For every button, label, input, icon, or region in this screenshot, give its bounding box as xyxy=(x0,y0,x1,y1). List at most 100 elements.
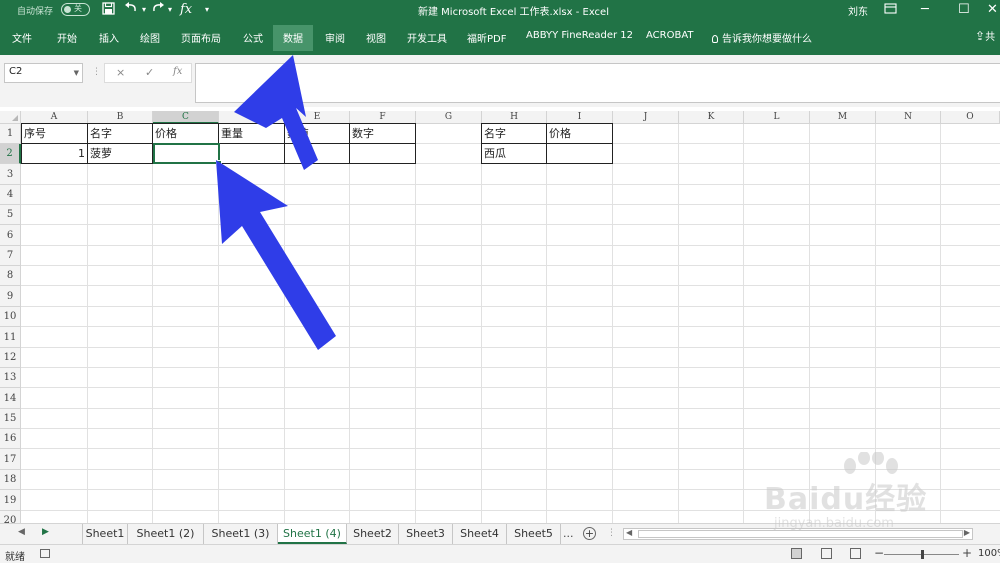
split-handle-icon[interactable]: ⋮ xyxy=(607,528,616,538)
tab-home[interactable]: 开始 xyxy=(57,30,77,45)
cell-a2[interactable]: 1 xyxy=(21,144,88,164)
zoom-in-icon[interactable]: + xyxy=(962,546,972,560)
column-header-o[interactable]: O xyxy=(941,111,1000,124)
row-header-2[interactable]: 2 xyxy=(0,144,21,164)
row-header-7[interactable]: 7 xyxy=(0,246,21,266)
tab-abbyy[interactable]: ABBYY FineReader 12 xyxy=(526,30,633,41)
column-header-m[interactable]: M xyxy=(810,111,876,124)
row-header-6[interactable]: 6 xyxy=(0,225,21,246)
cell-c1[interactable]: 价格 xyxy=(153,123,219,144)
scroll-left-arrow-icon[interactable]: ◀ xyxy=(626,528,632,537)
active-cell-highlight[interactable] xyxy=(153,143,222,166)
row-header-20[interactable]: 20 xyxy=(0,511,21,523)
column-header-k[interactable]: K xyxy=(679,111,744,124)
row-header-13[interactable]: 13 xyxy=(0,368,21,388)
row-header-9[interactable]: 9 xyxy=(0,286,21,307)
tab-developer[interactable]: 开发工具 xyxy=(407,30,447,45)
more-sheets-button[interactable]: ... xyxy=(563,527,574,540)
customize-icon[interactable]: ▾ xyxy=(205,2,209,18)
sheet-tab-sheet2[interactable]: Sheet2 xyxy=(347,524,399,544)
enter-icon[interactable]: ✓ xyxy=(145,66,154,79)
tab-review[interactable]: 审阅 xyxy=(325,30,345,45)
cell-f1[interactable]: 数字 xyxy=(350,123,416,144)
column-header-n[interactable]: N xyxy=(876,111,941,124)
row-header-16[interactable]: 16 xyxy=(0,429,21,449)
sheet-tab-sheet1-3[interactable]: Sheet1 (3) xyxy=(204,524,278,544)
tab-insert[interactable]: 插入 xyxy=(99,30,119,45)
column-header-l[interactable]: L xyxy=(744,111,810,124)
tab-data[interactable]: 数据 xyxy=(273,25,313,51)
sheet-tab-sheet1-2[interactable]: Sheet1 (2) xyxy=(128,524,204,544)
undo-icon[interactable] xyxy=(124,2,138,20)
name-box[interactable]: C2 ▼ xyxy=(4,63,83,83)
cell-i2[interactable] xyxy=(547,144,613,164)
row-header-18[interactable]: 18 xyxy=(0,470,21,490)
close-icon[interactable]: ✕ xyxy=(987,2,998,18)
insert-function-icon[interactable]: fx xyxy=(173,66,182,77)
scroll-right-icon[interactable]: ▶ xyxy=(42,527,49,537)
tab-foxit-pdf[interactable]: 福昕PDF xyxy=(467,30,506,45)
zoom-level[interactable]: 100% xyxy=(978,548,1000,559)
cell-a1[interactable]: 序号 xyxy=(21,123,88,144)
autosave-toggle[interactable]: 关 xyxy=(61,3,90,16)
page-layout-view-icon[interactable] xyxy=(821,548,832,559)
zoom-slider-thumb[interactable] xyxy=(921,550,924,559)
cell-h1[interactable]: 名字 xyxy=(481,123,547,144)
zoom-slider[interactable] xyxy=(884,550,959,559)
row-header-12[interactable]: 12 xyxy=(0,348,21,368)
save-icon[interactable] xyxy=(102,2,115,20)
sheet-tab-sheet4[interactable]: Sheet4 xyxy=(453,524,507,544)
cell-d1[interactable]: 重量 xyxy=(219,123,285,144)
user-name[interactable]: 刘东 xyxy=(848,3,868,18)
cell-e1[interactable]: 数值 xyxy=(285,123,350,144)
normal-view-icon[interactable] xyxy=(791,548,802,559)
sheet-tab-sheet1-4[interactable]: Sheet1 (4) xyxy=(278,524,347,544)
add-sheet-button[interactable]: + xyxy=(583,527,596,540)
cell-f2[interactable] xyxy=(350,144,416,164)
row-header-5[interactable]: 5 xyxy=(0,205,21,225)
macro-record-icon[interactable] xyxy=(40,549,50,558)
column-header-j[interactable]: J xyxy=(613,111,679,124)
row-header-1[interactable]: 1 xyxy=(0,124,21,144)
minimize-icon[interactable]: ─ xyxy=(921,2,929,18)
tab-draw[interactable]: 绘图 xyxy=(140,30,160,45)
cell-b2[interactable]: 菠萝 xyxy=(88,144,153,164)
cell-h2[interactable]: 西瓜 xyxy=(481,144,547,164)
fill-handle[interactable] xyxy=(216,160,222,166)
cell-i1[interactable]: 价格 xyxy=(547,123,613,144)
ribbon-display-icon[interactable] xyxy=(884,2,897,20)
column-header-g[interactable]: G xyxy=(416,111,482,124)
row-header-3[interactable]: 3 xyxy=(0,164,21,185)
sheet-tab-sheet3[interactable]: Sheet3 xyxy=(399,524,453,544)
row-header-15[interactable]: 15 xyxy=(0,409,21,429)
row-header-19[interactable]: 19 xyxy=(0,490,21,511)
sheet-tab-sheet5[interactable]: Sheet5 xyxy=(507,524,561,544)
row-header-11[interactable]: 11 xyxy=(0,327,21,348)
function-icon[interactable]: fx xyxy=(180,2,192,18)
row-header-14[interactable]: 14 xyxy=(0,388,21,409)
undo-dropdown-icon[interactable]: ▾ xyxy=(142,2,146,18)
chevron-down-icon[interactable]: ▼ xyxy=(74,69,79,77)
row-header-4[interactable]: 4 xyxy=(0,185,21,205)
tab-file[interactable]: 文件 xyxy=(12,30,32,45)
tab-acrobat[interactable]: ACROBAT xyxy=(646,30,694,41)
cell-b1[interactable]: 名字 xyxy=(88,123,153,144)
tab-view[interactable]: 视图 xyxy=(366,30,386,45)
cancel-icon[interactable]: × xyxy=(116,66,125,79)
cell-d2[interactable] xyxy=(219,144,285,164)
tab-formulas[interactable]: 公式 xyxy=(243,30,263,45)
row-header-8[interactable]: 8 xyxy=(0,266,21,286)
select-all-button[interactable] xyxy=(0,111,21,124)
formula-input[interactable] xyxy=(195,63,1000,103)
row-header-10[interactable]: 10 xyxy=(0,307,21,327)
redo-icon[interactable] xyxy=(151,2,165,20)
redo-dropdown-icon[interactable]: ▾ xyxy=(168,2,172,18)
cell-e2[interactable] xyxy=(285,144,350,164)
zoom-out-icon[interactable]: − xyxy=(874,546,884,560)
scroll-left-icon[interactable]: ◀ xyxy=(18,527,25,537)
maximize-icon[interactable]: ☐ xyxy=(958,2,970,18)
tell-me-search[interactable]: 告诉我你想要做什么 xyxy=(712,30,812,45)
drag-handle-icon[interactable]: ⋮ xyxy=(92,67,101,77)
share-button[interactable]: ⇪共 xyxy=(975,28,995,43)
row-header-17[interactable]: 17 xyxy=(0,449,21,470)
